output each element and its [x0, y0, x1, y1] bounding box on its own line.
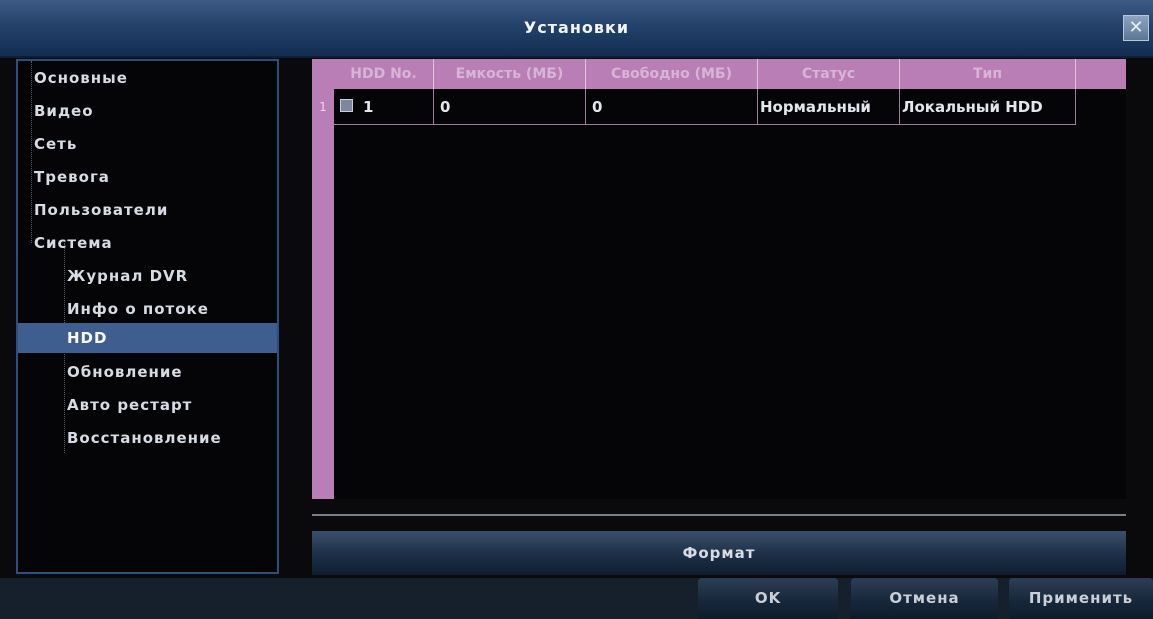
sidebar-item-dvr-log[interactable]: Журнал DVR: [18, 262, 277, 290]
table-cell-free: 0: [586, 89, 758, 125]
sidebar-item-label: Пользователи: [34, 201, 169, 219]
cancel-button[interactable]: Отмена: [851, 578, 998, 619]
table-cell-capacity: 0: [434, 89, 586, 125]
sidebar-item-auto-restart[interactable]: Авто рестарт: [18, 391, 277, 419]
sidebar-item-update[interactable]: Обновление: [18, 358, 277, 386]
sidebar-item-label: Восстановление: [67, 429, 222, 447]
hdd-table: HDD No. Емкость (МБ) Свободно (МБ) Стату…: [312, 59, 1126, 499]
table-cell-hdd-no[interactable]: 1: [334, 89, 434, 125]
title-bar: Установки ✕: [0, 0, 1153, 58]
row-number-column: [312, 59, 334, 499]
column-header-filler: [1076, 59, 1126, 89]
sidebar-item-label: Тревога: [34, 168, 110, 186]
sidebar-item-restore[interactable]: Восстановление: [18, 424, 277, 452]
sidebar-item-label: Журнал DVR: [67, 267, 189, 285]
column-header-hdd-no[interactable]: HDD No.: [334, 59, 434, 89]
table-cell-status: Нормальный: [758, 89, 900, 125]
sidebar-item-hdd[interactable]: HDD: [18, 323, 277, 353]
settings-window: Установки ✕ Основные Видео Сеть Тревога …: [0, 0, 1153, 619]
sidebar-item-alarm[interactable]: Тревога: [18, 163, 277, 191]
format-button[interactable]: Формат: [312, 531, 1126, 575]
sidebar-item-stream-info[interactable]: Инфо о потоке: [18, 295, 277, 323]
sidebar-item-label: Обновление: [67, 363, 183, 381]
table-cell-type: Локальный HDD: [900, 89, 1076, 125]
sidebar-item-label: HDD: [67, 329, 108, 347]
column-header-capacity[interactable]: Емкость (МБ): [434, 59, 586, 89]
sidebar-item-network[interactable]: Сеть: [18, 130, 277, 158]
settings-tree: Основные Видео Сеть Тревога Пользователи…: [16, 59, 279, 574]
sidebar-item-label: Сеть: [34, 135, 78, 153]
column-header-free[interactable]: Свободно (МБ): [586, 59, 758, 89]
sidebar-item-system[interactable]: Система: [18, 229, 277, 257]
row-checkbox[interactable]: [340, 99, 353, 112]
sidebar-item-video[interactable]: Видео: [18, 97, 277, 125]
sidebar-item-label: Основные: [34, 69, 128, 87]
hdd-number: 1: [363, 98, 374, 116]
ok-button[interactable]: OK: [698, 578, 838, 619]
window-title: Установки: [523, 18, 630, 37]
close-icon[interactable]: ✕: [1123, 15, 1149, 41]
sidebar-item-general[interactable]: Основные: [18, 64, 277, 92]
row-number: 1: [319, 100, 327, 114]
column-header-type[interactable]: Тип: [900, 59, 1076, 89]
sidebar-item-label: Авто рестарт: [67, 396, 193, 414]
sidebar-item-label: Видео: [34, 102, 94, 120]
apply-button[interactable]: Применить: [1009, 578, 1153, 619]
sidebar-item-users[interactable]: Пользователи: [18, 196, 277, 224]
divider: [312, 514, 1126, 516]
column-header-status[interactable]: Статус: [758, 59, 900, 89]
sidebar-item-label: Система: [34, 234, 113, 252]
sidebar-item-label: Инфо о потоке: [67, 300, 209, 318]
